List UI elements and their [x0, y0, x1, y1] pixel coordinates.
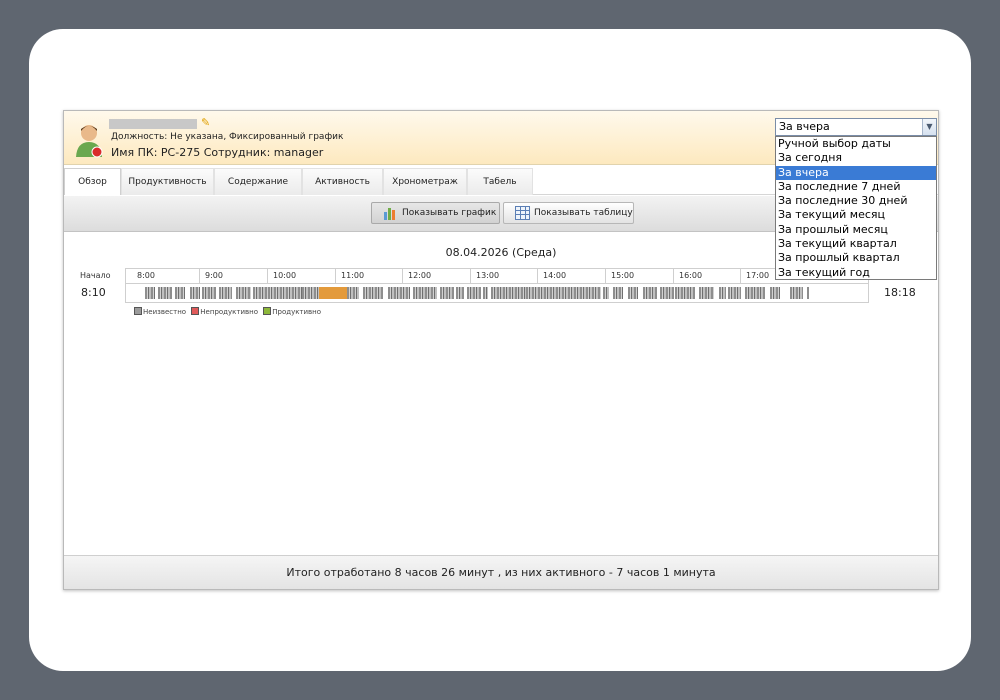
hours-axis: 8:00 9:00 10:00 11:00 12:00 13:00 14:00 15:00 16… [125, 268, 869, 283]
unknown-segment [613, 287, 623, 299]
start-label: Начало [80, 271, 111, 280]
edit-pencil-icon[interactable]: ✎ [201, 116, 210, 130]
period-option-last-quarter[interactable]: За прошлый квартал [776, 251, 936, 265]
show-chart-button[interactable]: Показывать график [371, 202, 500, 224]
tab-productivity[interactable]: Продуктивность [121, 168, 214, 195]
tab-activity[interactable]: Активность [302, 168, 383, 195]
unknown-segment [807, 287, 809, 299]
legend-unproductive: Непродуктивно [191, 307, 258, 316]
unknown-segment [699, 287, 714, 299]
timeline-legend: Неизвестно Непродуктивно Продуктивно [134, 307, 324, 317]
period-option-last-7-days[interactable]: За последние 7 дней [776, 180, 936, 194]
tab-timekeeping[interactable]: Хронометраж [383, 168, 467, 195]
unknown-segment [719, 287, 726, 299]
unknown-segment [347, 287, 359, 299]
legend-swatch-unproductive [191, 307, 200, 315]
unknown-segment [302, 287, 319, 299]
period-select[interactable]: За вчера ▼ [775, 118, 937, 136]
unknown-segment [483, 287, 488, 299]
unknown-segment [603, 287, 609, 299]
period-dropdown-list: Ручной выбор даты За сегодня За вчера За… [775, 136, 937, 280]
unknown-segment [440, 287, 454, 299]
show-chart-label: Показывать график [402, 208, 497, 218]
unknown-segment [158, 287, 172, 299]
unknown-segment [202, 287, 216, 299]
unknown-segment [491, 287, 526, 299]
start-time: 8:10 [81, 286, 106, 299]
unknown-segment [728, 287, 741, 299]
legend-unknown: Неизвестно [134, 307, 186, 316]
unknown-segment [413, 287, 437, 299]
end-time: 18:18 [884, 286, 916, 299]
work-summary: Итого отработано 8 часов 26 минут , из н… [286, 566, 716, 579]
unknown-segment [745, 287, 765, 299]
legend-productive: Продуктивно [263, 307, 321, 316]
show-table-button[interactable]: Показывать таблицу [503, 202, 634, 224]
unknown-segment [253, 287, 268, 299]
unknown-segment [190, 287, 200, 299]
period-option-last-30-days[interactable]: За последние 30 дней [776, 194, 936, 208]
period-option-current-quarter[interactable]: За текущий квартал [776, 237, 936, 251]
period-option-current-year[interactable]: За текущий год [776, 266, 936, 280]
tab-timesheet[interactable]: Табель [467, 168, 533, 195]
pc-employee-info: Имя ПК: PC-275 Сотрудник: manager [111, 146, 324, 159]
period-option-yesterday[interactable]: За вчера [776, 165, 936, 180]
unknown-segment [456, 287, 464, 299]
hour-label: 12:00 [402, 269, 470, 283]
show-table-label: Показывать таблицу [534, 208, 633, 218]
unknown-segment [219, 287, 232, 299]
period-selected-value: За вчера [779, 120, 830, 133]
employee-name-redacted [109, 119, 197, 129]
table-icon [515, 206, 530, 220]
position-info: Должность: Не указана, Фиксированный гра… [111, 132, 344, 142]
legend-unknown-label: Неизвестно [143, 308, 187, 316]
unknown-segment [790, 287, 803, 299]
user-avatar-icon [76, 125, 103, 158]
period-option-last-month[interactable]: За прошлый месяц [776, 223, 936, 237]
period-option-current-month[interactable]: За текущий месяц [776, 208, 936, 222]
legend-swatch-productive [263, 307, 272, 315]
hour-label: 13:00 [470, 269, 538, 283]
unknown-segment [388, 287, 410, 299]
unknown-segment [660, 287, 674, 299]
unknown-segment [628, 287, 638, 299]
productive-segment [319, 287, 347, 299]
hour-label: 10:00 [267, 269, 335, 283]
hour-label: 14:00 [537, 269, 605, 283]
unknown-segment [236, 287, 251, 299]
tab-overview[interactable]: Обзор [64, 168, 121, 195]
employee-report-window: ✎ Должность: Не указана, Фиксированный г… [63, 110, 939, 590]
hour-label: 8:00 [137, 271, 155, 280]
summary-footer: Итого отработано 8 часов 26 минут , из н… [64, 555, 938, 589]
unknown-segment [363, 287, 383, 299]
legend-swatch-unknown [134, 307, 142, 315]
hour-label: 16:00 [673, 269, 741, 283]
legend-productive-label: Продуктивно [272, 308, 322, 316]
unknown-segment [643, 287, 657, 299]
chevron-down-icon[interactable]: ▼ [922, 119, 936, 135]
tab-content[interactable]: Содержание [214, 168, 302, 195]
hour-label: 15:00 [605, 269, 673, 283]
legend-unproductive-label: Непродуктивно [200, 308, 258, 316]
unknown-segment [268, 287, 302, 299]
unknown-segment [145, 287, 155, 299]
unknown-segment [526, 287, 601, 299]
period-option-today[interactable]: За сегодня [776, 151, 936, 165]
hour-label: 11:00 [335, 269, 403, 283]
bar-chart-icon [384, 208, 395, 220]
unknown-segment [770, 287, 780, 299]
activity-timeline[interactable] [125, 283, 869, 303]
unknown-segment [175, 287, 185, 299]
period-option-manual[interactable]: Ручной выбор даты [776, 137, 936, 151]
hour-label: 9:00 [199, 269, 267, 283]
unknown-segment [675, 287, 695, 299]
unknown-segment [467, 287, 481, 299]
